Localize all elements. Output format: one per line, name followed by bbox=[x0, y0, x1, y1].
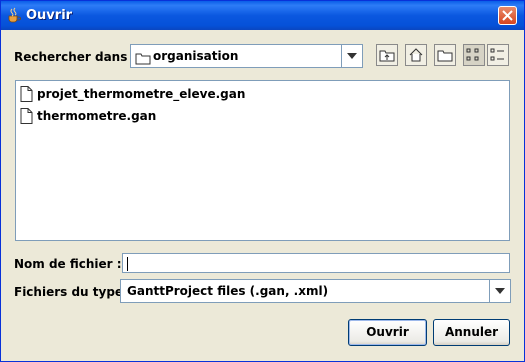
lookin-value: organisation bbox=[153, 49, 239, 63]
filetype-dropdown-button[interactable] bbox=[489, 280, 510, 302]
up-folder-button[interactable] bbox=[376, 44, 398, 66]
lookin-combo[interactable]: organisation bbox=[130, 44, 363, 68]
filename-label: Nom de fichier : bbox=[14, 257, 122, 271]
new-folder-button[interactable] bbox=[434, 44, 456, 66]
filetype-combo[interactable]: GanttProject files (.gan, .xml) bbox=[120, 279, 511, 303]
folder-icon bbox=[135, 50, 151, 69]
home-icon bbox=[409, 48, 423, 62]
up-folder-icon bbox=[379, 50, 395, 62]
file-list[interactable]: projet_thermometre_eleve.gan thermometre… bbox=[15, 80, 510, 241]
file-item[interactable]: thermometre.gan bbox=[20, 107, 170, 125]
cancel-button[interactable]: Annuler bbox=[433, 319, 510, 346]
file-item[interactable]: projet_thermometre_eleve.gan bbox=[20, 85, 270, 103]
filename-input[interactable] bbox=[122, 253, 510, 273]
file-icon bbox=[20, 86, 33, 102]
title-bar[interactable]: Ouvrir bbox=[1, 1, 524, 30]
home-button[interactable] bbox=[405, 44, 427, 66]
list-view-button[interactable] bbox=[463, 44, 485, 66]
open-button[interactable]: Ouvrir bbox=[348, 319, 427, 346]
lookin-dropdown-button[interactable] bbox=[341, 45, 362, 67]
close-button[interactable] bbox=[498, 6, 517, 25]
filetype-value: GanttProject files (.gan, .xml) bbox=[127, 284, 329, 298]
chevron-down-icon bbox=[495, 288, 505, 294]
details-view-icon bbox=[490, 48, 504, 61]
file-name: thermometre.gan bbox=[37, 109, 157, 123]
list-view-icon bbox=[466, 48, 479, 61]
details-view-button[interactable] bbox=[487, 44, 509, 66]
filetype-label: Fichiers du type : bbox=[14, 285, 133, 299]
window-title: Ouvrir bbox=[26, 8, 73, 23]
close-icon bbox=[502, 10, 513, 21]
lookin-label: Rechercher dans : bbox=[14, 50, 137, 64]
open-dialog: Ouvrir Rechercher dans : organisation pr… bbox=[0, 0, 525, 362]
file-name: projet_thermometre_eleve.gan bbox=[37, 87, 246, 101]
file-icon bbox=[20, 108, 33, 124]
new-folder-icon bbox=[437, 50, 453, 62]
chevron-down-icon bbox=[347, 53, 357, 59]
text-caret bbox=[127, 257, 128, 271]
java-cup-icon bbox=[6, 7, 22, 23]
